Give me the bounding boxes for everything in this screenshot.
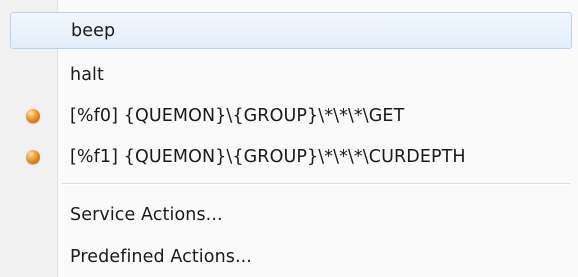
menu-item-beep[interactable]: beep: [10, 12, 572, 49]
menu-item-predefined-actions[interactable]: Predefined Actions...: [8, 238, 570, 275]
orange-bullet-icon: [26, 108, 40, 123]
context-menu: beep halt [%f0] {QUEMON}\{GROUP}\*\*\*\G…: [0, 0, 578, 277]
menu-item-label: beep: [71, 20, 116, 41]
menu-item-label: halt: [70, 64, 104, 85]
menu-separator-highlight: [62, 184, 570, 185]
menu-item-halt[interactable]: halt: [8, 56, 570, 93]
menu-item-f1-curdepth[interactable]: [%f1] {QUEMON}\{GROUP}\*\*\*\CURDEPTH: [8, 138, 570, 175]
menu-item-label: [%f0] {QUEMON}\{GROUP}\*\*\*\GET: [70, 105, 405, 126]
menu-item-label: Service Actions...: [70, 204, 223, 225]
orange-bullet-icon: [26, 149, 40, 164]
menu-item-f0-get[interactable]: [%f0] {QUEMON}\{GROUP}\*\*\*\GET: [8, 97, 570, 134]
menu-item-label: Predefined Actions...: [70, 246, 252, 267]
menu-item-label: [%f1] {QUEMON}\{GROUP}\*\*\*\CURDEPTH: [70, 146, 466, 167]
menu-item-service-actions[interactable]: Service Actions...: [8, 196, 570, 233]
